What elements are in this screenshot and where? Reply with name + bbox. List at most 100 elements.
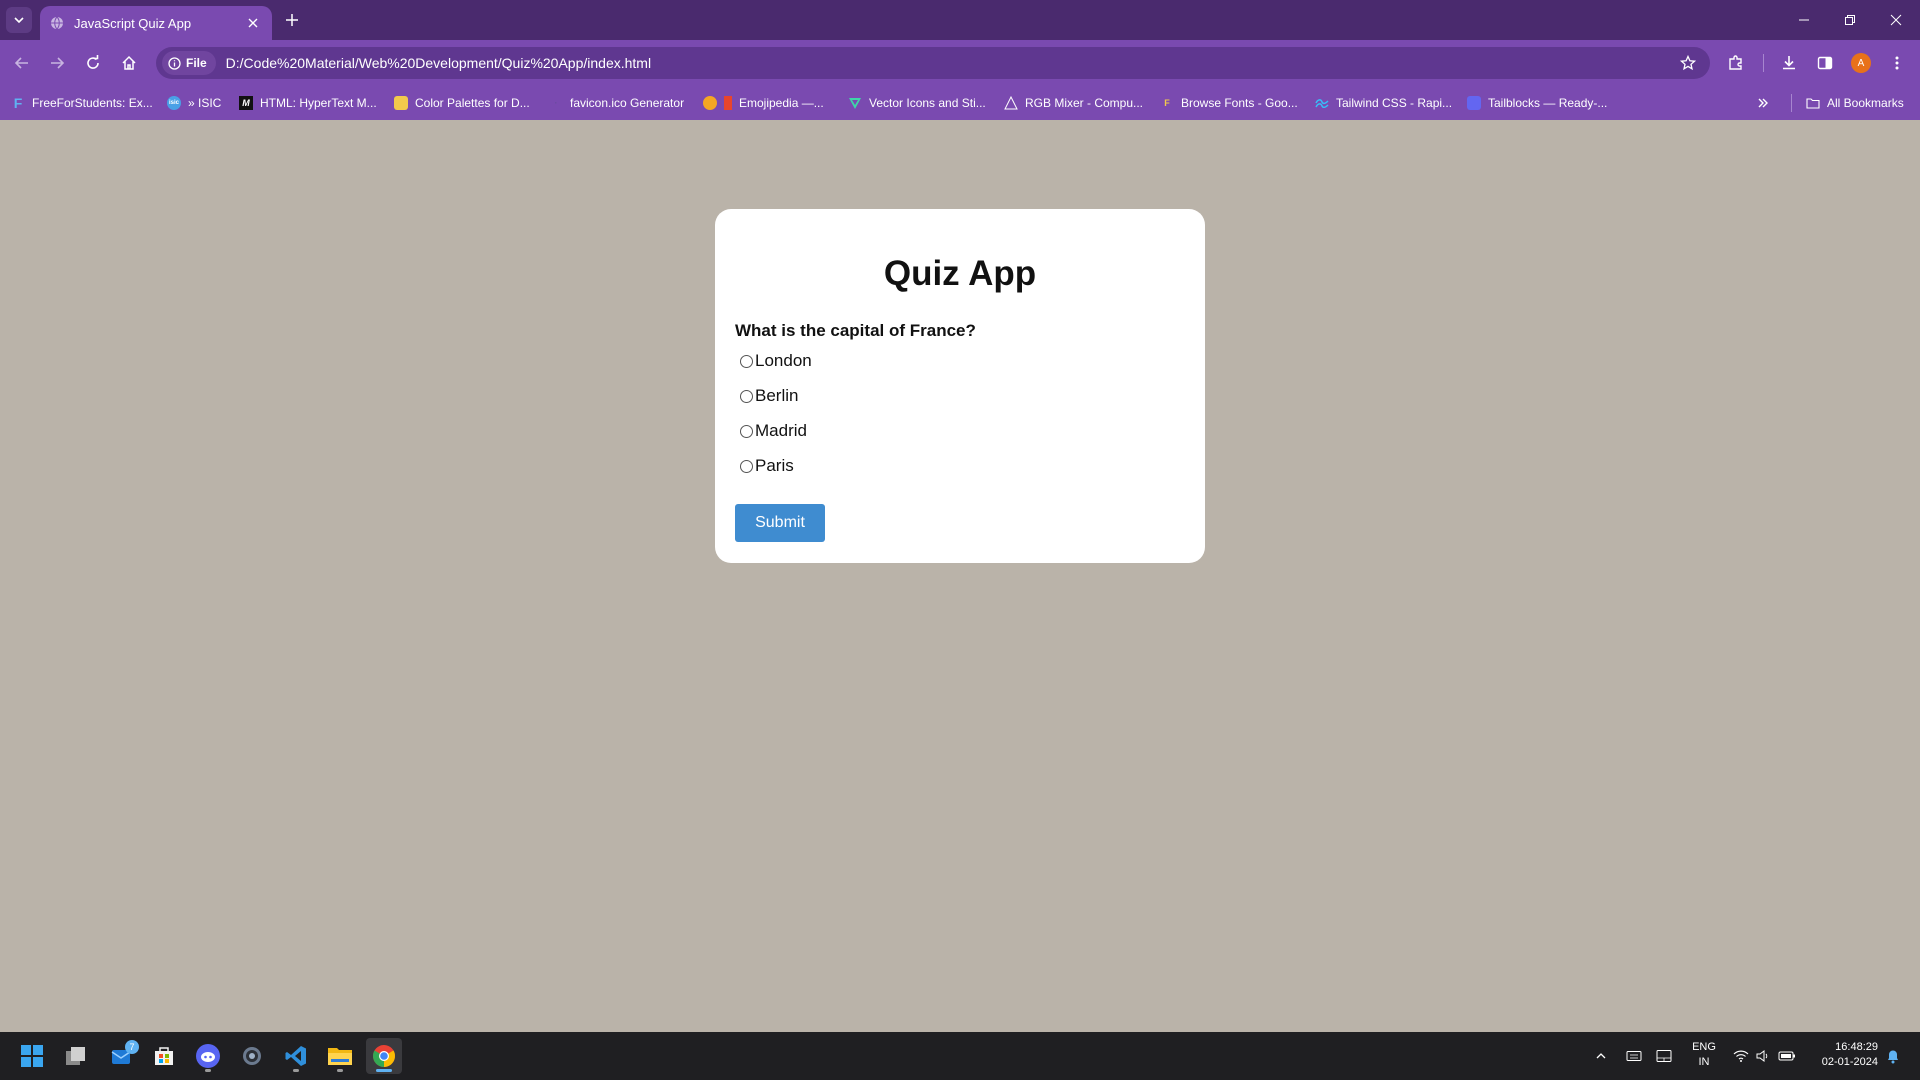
forward-button[interactable] [43, 49, 71, 77]
language-indicator[interactable]: ENG IN [1690, 1040, 1718, 1070]
discord-app-button[interactable] [190, 1038, 226, 1074]
folder-icon [1806, 96, 1820, 110]
tab-strip: JavaScript Quiz App [0, 0, 1920, 40]
bookmark-label: FreeForStudents: Ex... [32, 96, 153, 110]
bookmark-label: Emojipedia —... [739, 96, 824, 110]
address-bar[interactable]: File D:/Code%20Material/Web%20Developmen… [156, 47, 1710, 79]
bookmark-item[interactable]: Color Palettes for D... [394, 94, 530, 112]
close-icon [248, 18, 258, 28]
close-icon [1890, 14, 1902, 26]
bookmark-label: Browse Fonts - Goo... [1181, 96, 1298, 110]
notifications-button[interactable] [1882, 1044, 1904, 1068]
show-hidden-icons-button[interactable] [1590, 1044, 1612, 1068]
bookmark-item[interactable]: RGB Mixer - Compu... [1004, 94, 1143, 112]
bookmark-item[interactable]: F Browse Fonts - Goo... [1160, 94, 1298, 112]
tailblocks-icon [1467, 96, 1481, 110]
star-icon [1680, 55, 1696, 71]
bookmarks-divider [1791, 94, 1792, 112]
flaticon-icon [848, 96, 862, 110]
bookmark-item[interactable]: Vector Icons and Sti... [848, 94, 986, 112]
radio-button[interactable] [740, 460, 753, 473]
arrow-left-icon [14, 57, 28, 69]
minimize-button[interactable] [1781, 0, 1827, 40]
answer-label[interactable]: Paris [755, 456, 794, 476]
radio-button[interactable] [740, 390, 753, 403]
battery-icon [1778, 1051, 1795, 1061]
bookmark-item[interactable]: isic » ISIC [167, 94, 221, 112]
bookmark-folder-color-icon [724, 96, 732, 110]
home-button[interactable] [115, 49, 143, 77]
mdn-icon: M [239, 96, 253, 110]
submit-button[interactable]: Submit [735, 504, 825, 542]
bookmark-item[interactable]: Tailwind CSS - Rapi... [1315, 94, 1452, 112]
answer-option[interactable]: London [735, 351, 812, 386]
close-tab-button[interactable] [244, 14, 262, 32]
file-explorer-app-button[interactable] [322, 1038, 358, 1074]
speaker-icon [1756, 1050, 1768, 1062]
close-window-button[interactable] [1873, 0, 1919, 40]
chevron-up-icon [1596, 1053, 1606, 1059]
new-tab-button[interactable] [281, 9, 303, 31]
answer-label[interactable]: Madrid [755, 421, 807, 441]
downloads-button[interactable] [1775, 49, 1803, 77]
answer-option[interactable]: Madrid [735, 421, 812, 456]
profile-avatar[interactable]: A [1851, 53, 1871, 73]
touchpad-icon [1656, 1050, 1672, 1062]
bookmark-label: RGB Mixer - Compu... [1025, 96, 1144, 110]
taskbar: 7 ENG IN 16:48:29 02-01-2024 [0, 1032, 1920, 1080]
store-app-button[interactable] [146, 1038, 182, 1074]
back-button[interactable] [8, 49, 36, 77]
bookmark-item[interactable]: Tailblocks — Ready-... [1467, 94, 1607, 112]
plus-icon [286, 14, 298, 26]
tab-search-button[interactable] [6, 7, 32, 33]
touch-keyboard-button[interactable] [1623, 1044, 1645, 1068]
chevron-down-icon [14, 17, 24, 24]
radio-button[interactable] [740, 425, 753, 438]
site-info-button[interactable]: File [162, 51, 216, 75]
reload-button[interactable] [79, 49, 107, 77]
download-icon [1783, 56, 1795, 70]
task-view-button[interactable] [58, 1038, 94, 1074]
bookmark-label: Vector Icons and Sti... [869, 96, 986, 110]
volume-status[interactable] [1752, 1044, 1774, 1068]
wifi-icon [1733, 1050, 1749, 1062]
rgb-mixer-icon [1004, 96, 1018, 110]
url-text[interactable]: D:/Code%20Material/Web%20Development/Qui… [226, 55, 651, 71]
answer-label[interactable]: London [755, 351, 812, 371]
bookmark-item[interactable]: Emojipedia —... [703, 94, 824, 112]
side-panel-button[interactable] [1811, 49, 1839, 77]
tab-active[interactable]: JavaScript Quiz App [40, 6, 272, 40]
discord-icon [196, 1044, 220, 1068]
chrome-app-button[interactable] [366, 1038, 402, 1074]
restore-icon [1845, 15, 1855, 25]
globe-icon [51, 16, 63, 30]
answer-option[interactable]: Paris [735, 456, 812, 491]
all-bookmarks-button[interactable]: All Bookmarks [1806, 94, 1904, 112]
language-code: ENG [1692, 1041, 1716, 1053]
bookmark-star-button[interactable] [1676, 51, 1700, 75]
start-button[interactable] [14, 1038, 50, 1074]
restore-button[interactable] [1827, 0, 1873, 40]
chrome-icon [373, 1045, 395, 1067]
settings-app-button[interactable] [234, 1038, 270, 1074]
answer-label[interactable]: Berlin [755, 386, 798, 406]
home-icon [122, 55, 136, 70]
bookmark-item[interactable]: · favicon.ico Generator [549, 94, 685, 112]
extensions-button[interactable] [1722, 49, 1750, 77]
running-indicator [205, 1069, 211, 1072]
touchpad-button[interactable] [1653, 1044, 1675, 1068]
bookmark-item[interactable]: F FreeForStudents: Ex... [11, 94, 153, 112]
answer-option[interactable]: Berlin [735, 386, 812, 421]
radio-button[interactable] [740, 355, 753, 368]
info-icon [168, 56, 181, 70]
wifi-status[interactable] [1730, 1044, 1752, 1068]
bookmarks-overflow-button[interactable] [1757, 94, 1769, 112]
vscode-app-button[interactable] [278, 1038, 314, 1074]
quiz-card: Quiz App What is the capital of France? … [715, 209, 1205, 563]
mail-app-button[interactable]: 7 [104, 1038, 140, 1074]
freeforstudents-icon: F [13, 95, 23, 111]
battery-status[interactable] [1776, 1044, 1798, 1068]
chrome-menu-button[interactable] [1883, 49, 1911, 77]
bookmark-item[interactable]: M HTML: HyperText M... [239, 94, 377, 112]
system-clock[interactable]: 16:48:29 02-01-2024 [1806, 1040, 1878, 1070]
